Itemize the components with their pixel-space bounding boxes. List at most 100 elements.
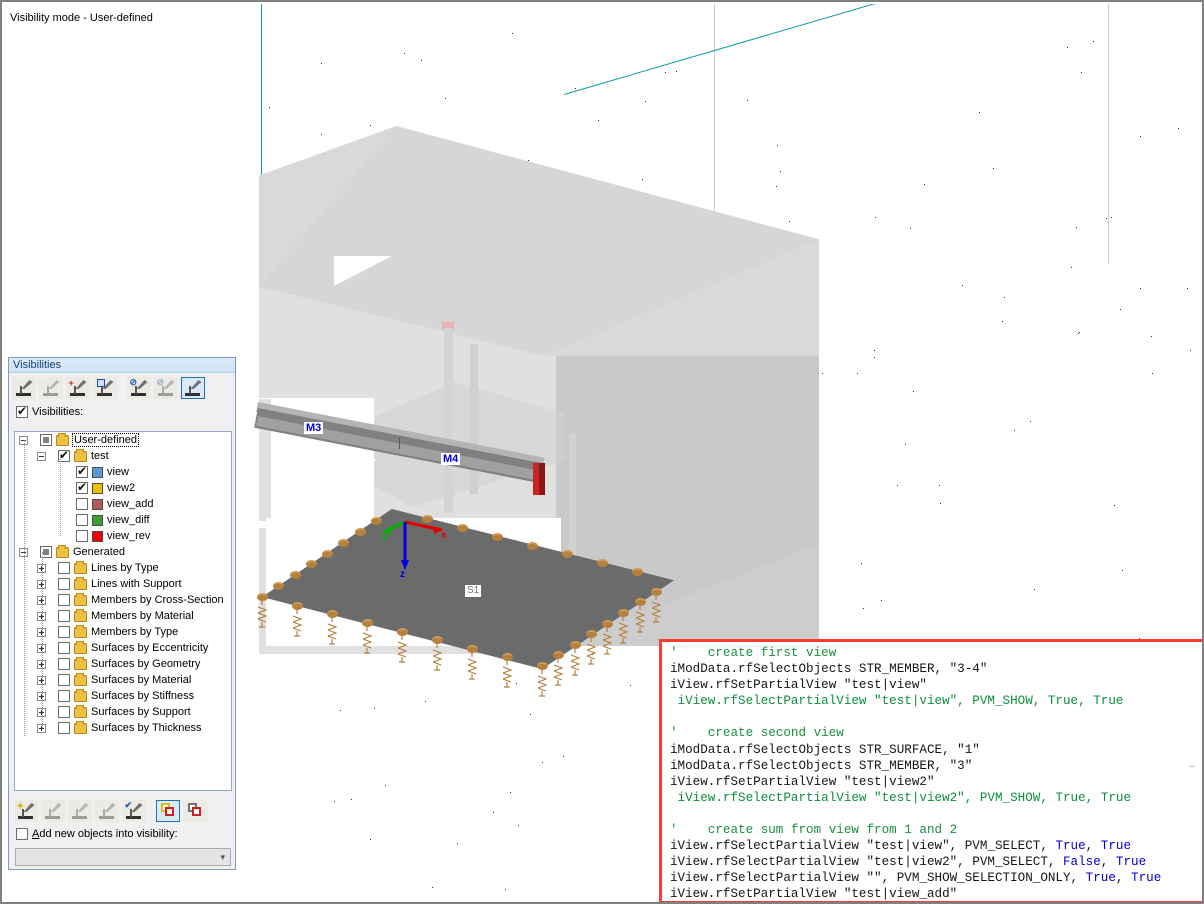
visibilities-tree[interactable]: User-defined test viewview2view_addview_di… (14, 431, 232, 791)
tree-item-checkbox[interactable] (58, 722, 70, 734)
grid-point (340, 710, 341, 711)
folder-icon (74, 707, 87, 718)
apply-visibility-button[interactable]: ✔ (122, 800, 146, 822)
code-line: iView.rfSelectPartialView "test|view", P… (670, 694, 1123, 708)
tree-item-checkbox[interactable] (58, 562, 70, 574)
folder-icon (74, 659, 87, 670)
spring-support-symbol (468, 652, 477, 680)
nodal-support (338, 539, 349, 547)
tree-item-checkbox[interactable] (40, 434, 52, 446)
grid-line-diagonal (564, 4, 1200, 95)
surface-label-s1: S1 (465, 585, 481, 597)
folder-icon (74, 675, 87, 686)
tree-item-checkbox[interactable] (58, 626, 70, 638)
edit-object-visibility-button[interactable] (41, 800, 65, 822)
tree-item-checkbox[interactable] (58, 642, 70, 654)
tree-item-view-rev[interactable]: view_rev (15, 528, 231, 544)
tree-connector-line (42, 552, 43, 728)
tree-item-generated[interactable]: Generated (15, 544, 231, 560)
panel-toolbar: + ⊘⊘ (9, 373, 235, 401)
tree-item-checkbox[interactable] (58, 610, 70, 622)
new-object-visibility-button[interactable]: ✦ (14, 800, 38, 822)
tree-item-members-by-type[interactable]: Members by Type (15, 624, 231, 640)
color-swatch (92, 499, 103, 510)
delete-object-visibility-button[interactable] (68, 800, 92, 822)
tree-item-checkbox[interactable] (76, 498, 88, 510)
tree-item-surfaces-by-geometry[interactable]: Surfaces by Geometry (15, 656, 231, 672)
lamp-mode-icon (185, 380, 202, 396)
tree-item-view[interactable]: view (15, 464, 231, 480)
grid-point (939, 485, 940, 486)
tree-item-lines-with-support[interactable]: Lines with Support (15, 576, 231, 592)
grid-point (1140, 136, 1141, 137)
grid-point (962, 285, 963, 286)
grid-point (530, 714, 531, 715)
tree-item-checkbox[interactable] (58, 674, 70, 686)
panel-title: Visibilities (9, 358, 235, 373)
add-to-visibility-button[interactable]: + (66, 377, 90, 399)
code-line: iView.rfSelectPartialView "", PVM_SHOW_S… (670, 871, 1161, 885)
add-new-objects-combobox[interactable]: ▾ (15, 848, 231, 866)
tree-item-checkbox[interactable] (76, 466, 88, 478)
grid-point (1190, 350, 1191, 351)
tree-item-checkbox[interactable] (58, 690, 70, 702)
grid-point (1002, 321, 1003, 322)
tree-item-view2[interactable]: view2 (15, 480, 231, 496)
visibilities-toggle-row[interactable]: Visibilities: (9, 401, 235, 423)
add-new-objects-row[interactable]: Add new objects into visibility: (16, 828, 178, 840)
rename-visibility-button[interactable] (93, 377, 117, 399)
tree-item-checkbox[interactable] (58, 594, 70, 606)
code-line: iModData.rfSelectObjects STR_MEMBER, "3-… (670, 662, 987, 676)
collapse-icon[interactable] (37, 452, 46, 461)
reset-object-visibility-button[interactable] (95, 800, 119, 822)
tree-item-checkbox[interactable] (76, 514, 88, 526)
edit-visibility-button[interactable] (39, 377, 63, 399)
tree-item-surfaces-by-material[interactable]: Surfaces by Material (15, 672, 231, 688)
tree-item-view-add[interactable]: view_add (15, 496, 231, 512)
grid-point (642, 179, 643, 180)
tree-item-user-defined[interactable]: User-defined (15, 432, 231, 448)
inner-column-2 (470, 344, 478, 494)
tree-item-members-by-material[interactable]: Members by Material (15, 608, 231, 624)
grid-point (518, 825, 519, 826)
nodal-support (322, 550, 333, 558)
visibilities-checkbox[interactable] (16, 406, 28, 418)
tree-item-surfaces-by-thickness[interactable]: Surfaces by Thickness (15, 720, 231, 736)
grid-point (979, 112, 980, 113)
tree-item-test[interactable]: test (15, 448, 231, 464)
show-visibility-button[interactable]: ⊘ (127, 377, 151, 399)
tree-item-checkbox[interactable] (76, 530, 88, 542)
new-visibility-button[interactable] (12, 377, 36, 399)
add-new-objects-checkbox[interactable] (16, 828, 28, 840)
tree-item-checkbox[interactable] (58, 706, 70, 718)
tree-item-surfaces-by-support[interactable]: Surfaces by Support (15, 704, 231, 720)
tree-item-label: view_rev (107, 530, 150, 542)
grid-point (493, 812, 494, 813)
tree-item-lines-by-type[interactable]: Lines by Type (15, 560, 231, 576)
user-defined-mode-button[interactable] (181, 377, 205, 399)
folder-icon (74, 611, 87, 622)
show-selection-only-button[interactable] (156, 800, 180, 822)
nodal-support (527, 542, 538, 550)
grid-point (1004, 297, 1005, 298)
tree-item-view-diff[interactable]: view_diff (15, 512, 231, 528)
tree-item-checkbox[interactable] (58, 578, 70, 590)
tree-item-members-by-cross-section[interactable]: Members by Cross-Section (15, 592, 231, 608)
grid-point (897, 485, 898, 486)
tree-item-checkbox[interactable] (76, 482, 88, 494)
grid-point (857, 373, 858, 374)
tree-item-checkbox[interactable] (58, 658, 70, 670)
tree-item-surfaces-by-eccentricity[interactable]: Surfaces by Eccentricity (15, 640, 231, 656)
show-all-button[interactable] (183, 800, 207, 822)
axis-label-y: y (382, 531, 388, 542)
code-line: iView.rfSelectPartialView "test|view", P… (670, 839, 1131, 853)
folder-icon (56, 547, 69, 558)
scroll-indicator-icon: − (1189, 762, 1199, 780)
folder-icon (74, 627, 87, 638)
tree-connector-line (60, 456, 61, 536)
tree-item-surfaces-by-stiffness[interactable]: Surfaces by Stiffness (15, 688, 231, 704)
tree-item-label: test (91, 450, 109, 462)
hide-visibility-button[interactable]: ⊘ (154, 377, 178, 399)
grid-point (370, 839, 371, 840)
spring-support-symbol (587, 637, 596, 665)
